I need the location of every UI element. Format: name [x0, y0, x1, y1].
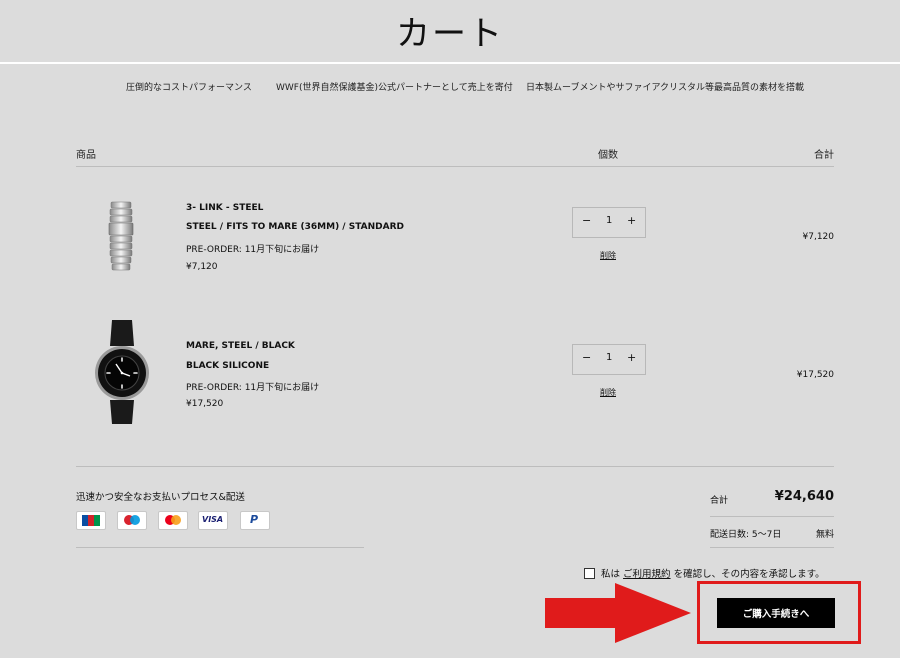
column-header-total: 合計: [814, 150, 834, 161]
increase-button[interactable]: +: [627, 351, 636, 364]
items-divider: [76, 466, 834, 467]
line-total: ¥7,120: [802, 232, 835, 242]
quantity-value[interactable]: 1: [606, 352, 612, 363]
checkout-button[interactable]: ご購入手続きへ: [717, 598, 835, 628]
remove-link[interactable]: 削除: [600, 387, 616, 398]
increase-button[interactable]: +: [627, 214, 636, 227]
visa-icon: VISA: [198, 511, 228, 530]
item-price: ¥7,120: [186, 262, 218, 272]
item-variant: STEEL / FITS TO MARE (36MM) / STANDARD: [186, 222, 404, 232]
terms-text: 私は ご利用規約 を確認し、その内容を承認します。: [601, 566, 825, 580]
page-title: カート: [396, 14, 504, 54]
summary-total-value: ¥24,640: [774, 489, 834, 504]
header-divider: [0, 62, 900, 64]
jcb-icon: [76, 511, 106, 530]
feature-materials: 日本製ムーブメントやサファイアクリスタル等最高品質の素材を搭載: [526, 83, 805, 93]
arrow-right-icon: [545, 583, 691, 643]
item-name[interactable]: 3- LINK - STEEL: [186, 203, 263, 213]
summary-divider: [710, 516, 834, 517]
maestro-icon: [117, 511, 147, 530]
feature-wwf: WWF(世界自然保護基金)公式パートナーとして売上を寄付: [276, 83, 513, 93]
payment-divider: [76, 547, 364, 548]
item-price: ¥17,520: [186, 399, 224, 409]
summary-bottom-divider: [710, 547, 834, 548]
watch-image[interactable]: [93, 318, 151, 428]
item-preorder: PRE-ORDER: 11月下旬にお届け: [186, 383, 320, 393]
table-header-divider: [76, 166, 834, 167]
item-variant: BLACK SILICONE: [186, 361, 270, 371]
decrease-button[interactable]: −: [582, 351, 591, 364]
feature-cost: 圧倒的なコストパフォーマンス: [126, 83, 252, 93]
shipping-value: 無料: [815, 530, 834, 540]
terms-suffix: を確認し、その内容を承認します。: [673, 569, 825, 580]
remove-link[interactable]: 削除: [600, 250, 616, 261]
quantity-value[interactable]: 1: [606, 215, 612, 226]
quantity-stepper: − 1 +: [572, 344, 646, 375]
quantity-stepper: − 1 +: [572, 207, 646, 238]
mastercard-icon: [158, 511, 188, 530]
summary-total-label: 合計: [710, 496, 729, 506]
line-total: ¥17,520: [796, 370, 834, 380]
decrease-button[interactable]: −: [582, 214, 591, 227]
terms-link[interactable]: ご利用規約: [623, 569, 671, 580]
terms-prefix: 私は: [601, 569, 621, 580]
terms-checkbox[interactable]: [584, 568, 595, 579]
column-header-product: 商品: [76, 150, 96, 161]
paypal-icon: P: [240, 511, 270, 530]
column-header-quantity: 個数: [598, 150, 618, 161]
bracelet-image[interactable]: [106, 200, 136, 272]
item-name[interactable]: MARE, STEEL / BLACK: [186, 341, 295, 351]
item-preorder: PRE-ORDER: 11月下旬にお届け: [186, 245, 320, 255]
payment-heading: 迅速かつ安全なお支払いプロセス&配送: [76, 492, 245, 503]
visa-label: VISA: [202, 515, 224, 524]
shipping-label: 配送日数: 5〜7日: [710, 530, 782, 540]
